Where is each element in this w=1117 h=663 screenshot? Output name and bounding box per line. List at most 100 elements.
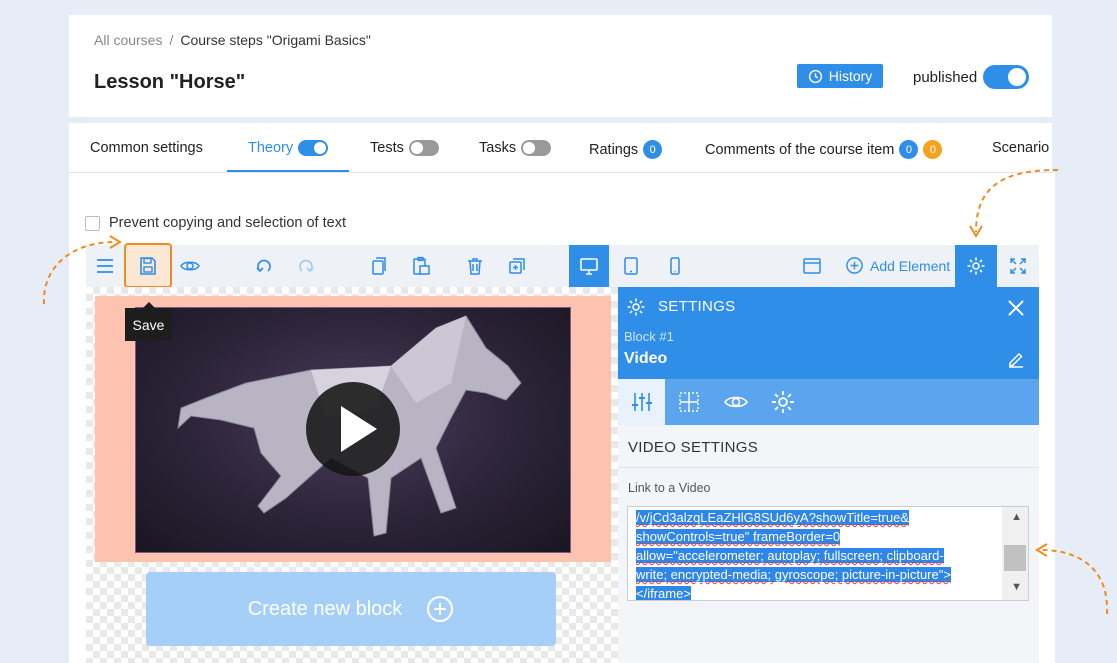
video-link-line: showControls=true" frameBorder=0 [636,529,841,544]
prevent-copy-option[interactable]: Prevent copying and selection of text [85,215,346,231]
window-icon [803,258,821,274]
video-link-line: write; encrypted-media; gyroscope; pictu… [636,567,951,582]
paste-icon [413,256,430,275]
history-button[interactable]: History [797,64,883,88]
prevent-copy-label: Prevent copying and selection of text [109,215,346,231]
textarea-scrollbar[interactable]: ▲ ▼ [1002,507,1028,600]
video-link-label: Link to a Video [628,481,711,495]
settings-tab-visibility[interactable] [712,379,759,425]
video-play-button[interactable] [306,382,400,476]
tab-label: Theory [248,140,294,156]
settings-tab-adjust[interactable] [618,379,665,425]
video-settings-heading: VIDEO SETTINGS [628,439,759,456]
scroll-thumb[interactable] [1004,545,1026,571]
tab-label: Common settings [90,140,203,156]
mobile-icon [670,257,680,275]
window-view-button[interactable] [791,245,833,287]
redo-button[interactable] [285,245,327,287]
tab-label: Tests [370,140,404,156]
create-new-block-button[interactable]: Create new block [146,572,556,646]
tab-ratings[interactable]: Ratings 0 [589,140,663,159]
breadcrumb: All courses / Course steps "Origami Basics… [94,32,371,48]
undo-button[interactable] [243,245,285,287]
settings-gear-icon [967,257,985,275]
comments-new-badge: 0 [923,140,943,159]
tablet-view-button[interactable] [610,245,652,287]
video-link-text: /v/jCd3alzqLEaZHlG8SUd6yA?showTitle=true… [636,508,1006,601]
tab-label: Tasks [479,140,517,156]
settings-tab-advanced[interactable] [759,379,806,425]
scroll-down-arrow-icon[interactable]: ▼ [1011,581,1022,593]
save-button[interactable] [127,245,169,287]
settings-panel: SETTINGS Block #1 Video VIDEO SETTINGS L… [618,287,1039,663]
settings-tab-bar [618,379,1039,425]
tab-label: Ratings [589,141,639,158]
sliders-icon [631,393,652,411]
grid-padding-icon [678,392,699,412]
tab-scenario[interactable]: Scenario [992,140,1049,156]
tab-theory[interactable]: Theory [248,140,329,156]
annotation-arrow-link [1035,543,1109,615]
add-element-button[interactable]: Add Element [845,256,950,275]
fullscreen-button[interactable] [997,245,1039,287]
mobile-view-button[interactable] [654,245,696,287]
preview-eye-icon [180,261,200,271]
desktop-view-button[interactable] [568,245,610,287]
tab-comments[interactable]: Comments of the course item 0 0 [705,140,943,159]
theory-toggle[interactable] [298,140,329,156]
gear-icon [771,390,794,414]
paste-button[interactable] [400,245,442,287]
video-link-line: allow="accelerometer; autoplay; fullscre… [636,548,944,563]
add-circle-icon [846,257,863,274]
copy-icon [372,257,386,275]
settings-title: SETTINGS [658,298,736,315]
plus-circle-icon [427,596,454,622]
copy-button[interactable] [358,245,400,287]
breadcrumb-separator: / [169,32,174,48]
edit-pencil-icon[interactable] [1007,350,1025,368]
tab-bar: Common settings Theory Tests Tasks Ratin… [69,123,1052,173]
video-link-textarea[interactable]: /v/jCd3alzqLEaZHlG8SUd6yA?showTitle=true… [627,506,1029,601]
page-title: Lesson "Horse" [94,71,246,93]
save-icon [140,257,156,275]
video-link-line: </iframe> [636,586,691,601]
settings-tab-layout[interactable] [665,379,712,425]
active-tab-indicator [227,170,349,172]
settings-panel-header: SETTINGS Block #1 Video [618,287,1039,379]
tab-tests[interactable]: Tests [370,140,439,156]
duplicate-icon [509,258,525,274]
add-element-label: Add Element [870,257,951,274]
delete-button[interactable] [454,245,496,287]
annotation-arrow-settings [969,169,1059,238]
comments-count-badge: 0 [899,140,919,159]
delete-icon [468,258,482,275]
desktop-icon [580,258,598,275]
scroll-up-arrow-icon[interactable]: ▲ [1011,511,1022,523]
gear-icon [627,298,645,316]
tab-label: Scenario [992,140,1050,156]
clock-icon [808,69,822,83]
published-toggle[interactable] [983,65,1029,89]
block-number: Block #1 [624,329,674,344]
close-icon[interactable] [1007,299,1025,317]
tab-tasks[interactable]: Tasks [479,140,552,156]
prevent-copy-checkbox[interactable] [85,215,100,231]
breadcrumb-all-courses[interactable]: All courses [94,32,162,48]
fullscreen-icon [1010,258,1026,274]
ratings-count-badge: 0 [643,140,663,159]
tab-common-settings[interactable]: Common settings [90,140,203,156]
tests-toggle[interactable] [408,140,439,156]
save-tooltip: Save [125,302,172,341]
lesson-header: All courses / Course steps "Origami Basics… [69,15,1052,117]
video-link-line: /v/jCd3alzqLEaZHlG8SUd6yA?showTitle=true… [636,510,910,525]
preview-button[interactable] [169,245,211,287]
annotation-arrow-save [42,235,122,305]
settings-button[interactable] [955,245,997,287]
duplicate-button[interactable] [496,245,538,287]
section-divider [618,467,1039,468]
redo-icon [299,259,314,273]
tasks-toggle[interactable] [521,140,552,156]
block-name: Video [624,350,668,367]
history-label: History [828,68,873,84]
published-label: published [913,69,978,86]
